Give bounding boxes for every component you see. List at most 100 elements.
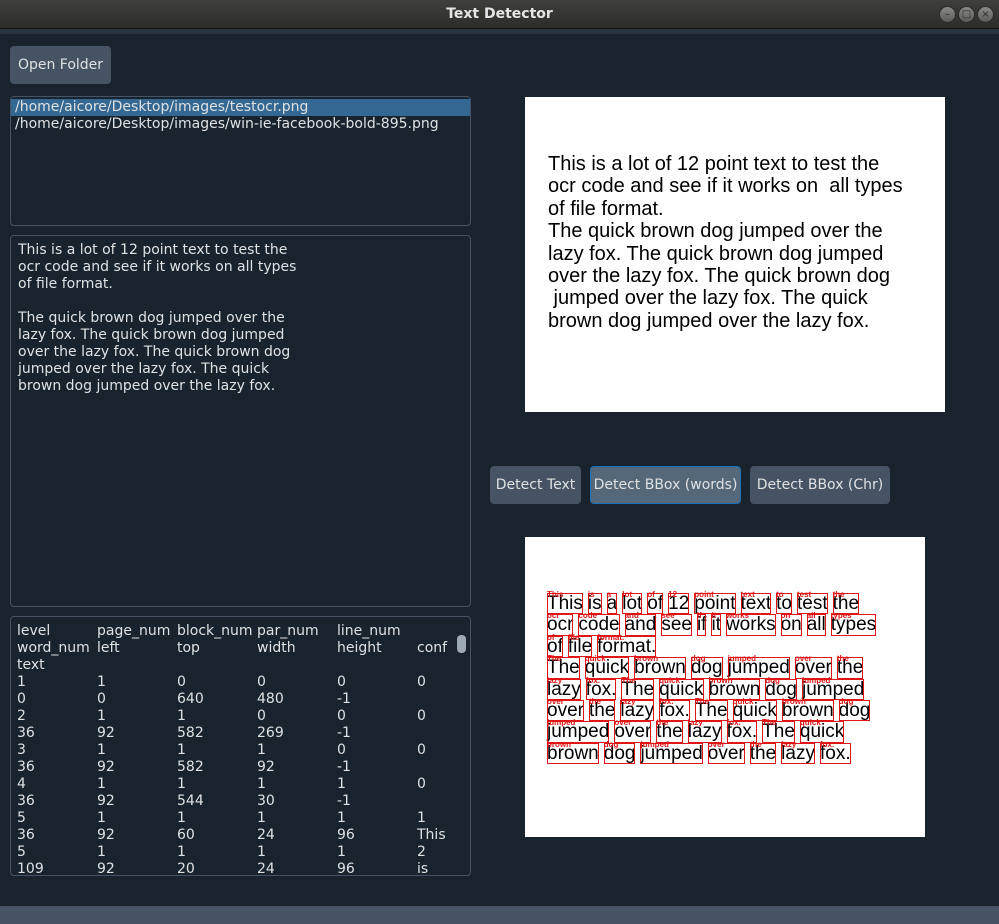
table-cell: [97, 657, 177, 674]
table-cell: 1: [257, 844, 266, 860]
bbox-word: it it: [711, 611, 721, 636]
bbox-label: lazy: [620, 697, 636, 707]
ocr-data-table[interactable]: level page_num block_num par_num line_num wor…: [10, 616, 471, 876]
bbox-label: dog: [765, 675, 780, 685]
bbox-label: jumped: [547, 718, 576, 728]
bbox-word: over over: [707, 740, 745, 765]
bbox-label: dog: [838, 697, 854, 707]
bbox-label: text: [740, 590, 755, 599]
bbox-word: types types: [830, 611, 877, 636]
bbox-label: the: [832, 590, 845, 599]
bbox-label: a: [606, 590, 612, 599]
file-list[interactable]: /home/aicore/Desktop/images/testocr.png /…: [10, 96, 471, 226]
table-cell: 0: [257, 674, 266, 690]
bbox-word: all all: [806, 611, 826, 636]
open-folder-label: Open Folder: [17, 57, 104, 73]
table-cell: [177, 657, 257, 674]
table-cell: 36: [17, 759, 35, 775]
bbox-word: the the: [588, 697, 616, 722]
bbox-label: the: [656, 718, 669, 728]
bbox-word: lazy lazy: [781, 740, 815, 765]
table-row: 411110: [17, 776, 470, 793]
table-scrollbar[interactable]: [457, 633, 466, 869]
bbox-word: jumped jumped: [727, 654, 790, 679]
bbox-label: brown: [781, 697, 806, 707]
scrollbar-thumb[interactable]: [457, 635, 466, 653]
source-image-preview: This is a lot of 12 point text to test t…: [525, 97, 945, 412]
table-cell: 1: [177, 810, 186, 826]
table-cell: 20: [177, 861, 195, 876]
table-cell: level: [17, 623, 51, 639]
table-cell: -1: [337, 793, 351, 809]
table-cell: [257, 657, 337, 674]
bbox-label: works: [725, 611, 750, 621]
bbox-label: the: [836, 654, 849, 664]
table-cell: word_num: [17, 640, 90, 656]
window-top-strip: [0, 29, 999, 34]
ocr-text-line: of file format.: [18, 276, 113, 292]
table-row: 36 92 582 92 -1: [17, 759, 470, 776]
table-cell: 640: [177, 691, 204, 707]
table-cell: 96: [337, 827, 355, 843]
open-folder-button[interactable]: Open Folder: [10, 46, 111, 84]
bbox-label: it: [711, 611, 717, 621]
bbox-label: the: [749, 739, 762, 749]
table-cell: 0: [97, 691, 106, 707]
detect-text-button[interactable]: Detect Text: [490, 466, 581, 504]
bbox-label: 12: [668, 590, 678, 599]
bbox-label: types: [830, 611, 852, 621]
bbox-label: if: [696, 611, 702, 621]
preview-text-line: jumped over the lazy fox. The quick: [548, 287, 868, 310]
status-bar: [0, 906, 999, 924]
bbox-label: over: [547, 697, 564, 707]
table-row: 109 92 20 24 96 is: [17, 861, 470, 876]
bbox-label: over: [707, 739, 725, 749]
table-cell: 92: [97, 759, 115, 775]
file-list-item[interactable]: /home/aicore/Desktop/images/testocr.png: [11, 99, 470, 116]
table-cell: 92: [97, 793, 115, 809]
table-cell: 24: [257, 827, 275, 843]
bbox-word: on on: [780, 611, 802, 636]
bbox-label: point: [694, 590, 714, 599]
table-row: 36 92 60 24 96 This: [17, 827, 470, 844]
bbox-label: quick: [799, 718, 821, 728]
bbox-word: see see: [661, 611, 692, 636]
table-cell: 5: [17, 844, 26, 860]
bbox-label: the: [588, 697, 601, 707]
table-cell: 109: [17, 861, 44, 876]
preview-text-line: This is a lot of 12 point text to test t…: [548, 153, 880, 175]
table-cell: 480: [257, 691, 284, 707]
detect-bbox-words-button[interactable]: Detect BBox (words): [590, 466, 741, 504]
table-cell: [337, 657, 417, 674]
table-cell: 1: [97, 844, 106, 860]
ocr-text-line: [18, 293, 463, 310]
table-cell: -1: [337, 691, 351, 707]
bbox-label: This: [547, 590, 564, 599]
table-cell: page_num: [97, 623, 171, 639]
table-cell: top: [177, 640, 200, 656]
table-cell: 0: [257, 708, 266, 724]
bbox-label: quick: [659, 675, 681, 685]
bbox-word: jumped jumped: [640, 740, 703, 765]
bbox-label: lazy: [781, 739, 797, 749]
bbox-label: ocr: [547, 611, 560, 621]
table-cell: 1: [257, 742, 266, 758]
ocr-text-output[interactable]: This is a lot of 12 point text to test t…: [10, 235, 471, 607]
detect-text-label: Detect Text: [495, 477, 576, 493]
bbox-label: quick: [732, 697, 754, 707]
table-row: 311100: [17, 742, 470, 759]
table-header-row: text: [17, 657, 470, 674]
table-cell: 92: [97, 725, 115, 741]
table-cell: 0: [177, 674, 186, 690]
table-cell: width: [257, 640, 296, 656]
table-cell: 92: [97, 827, 115, 843]
table-row: 36 92 544 30 -1: [17, 793, 470, 810]
bbox-label: brown: [708, 675, 733, 685]
table-cell: 36: [17, 827, 35, 843]
file-list-item[interactable]: /home/aicore/Desktop/images/win-ie-faceb…: [11, 116, 470, 133]
table-row: 0 0 640 480 -1: [17, 691, 470, 708]
table-header-row: word_num left top width height conf: [17, 640, 470, 657]
bbox-label: format.: [597, 632, 625, 642]
table-cell: 1: [97, 776, 106, 792]
detect-bbox-chr-button[interactable]: Detect BBox (Chr): [750, 466, 890, 504]
